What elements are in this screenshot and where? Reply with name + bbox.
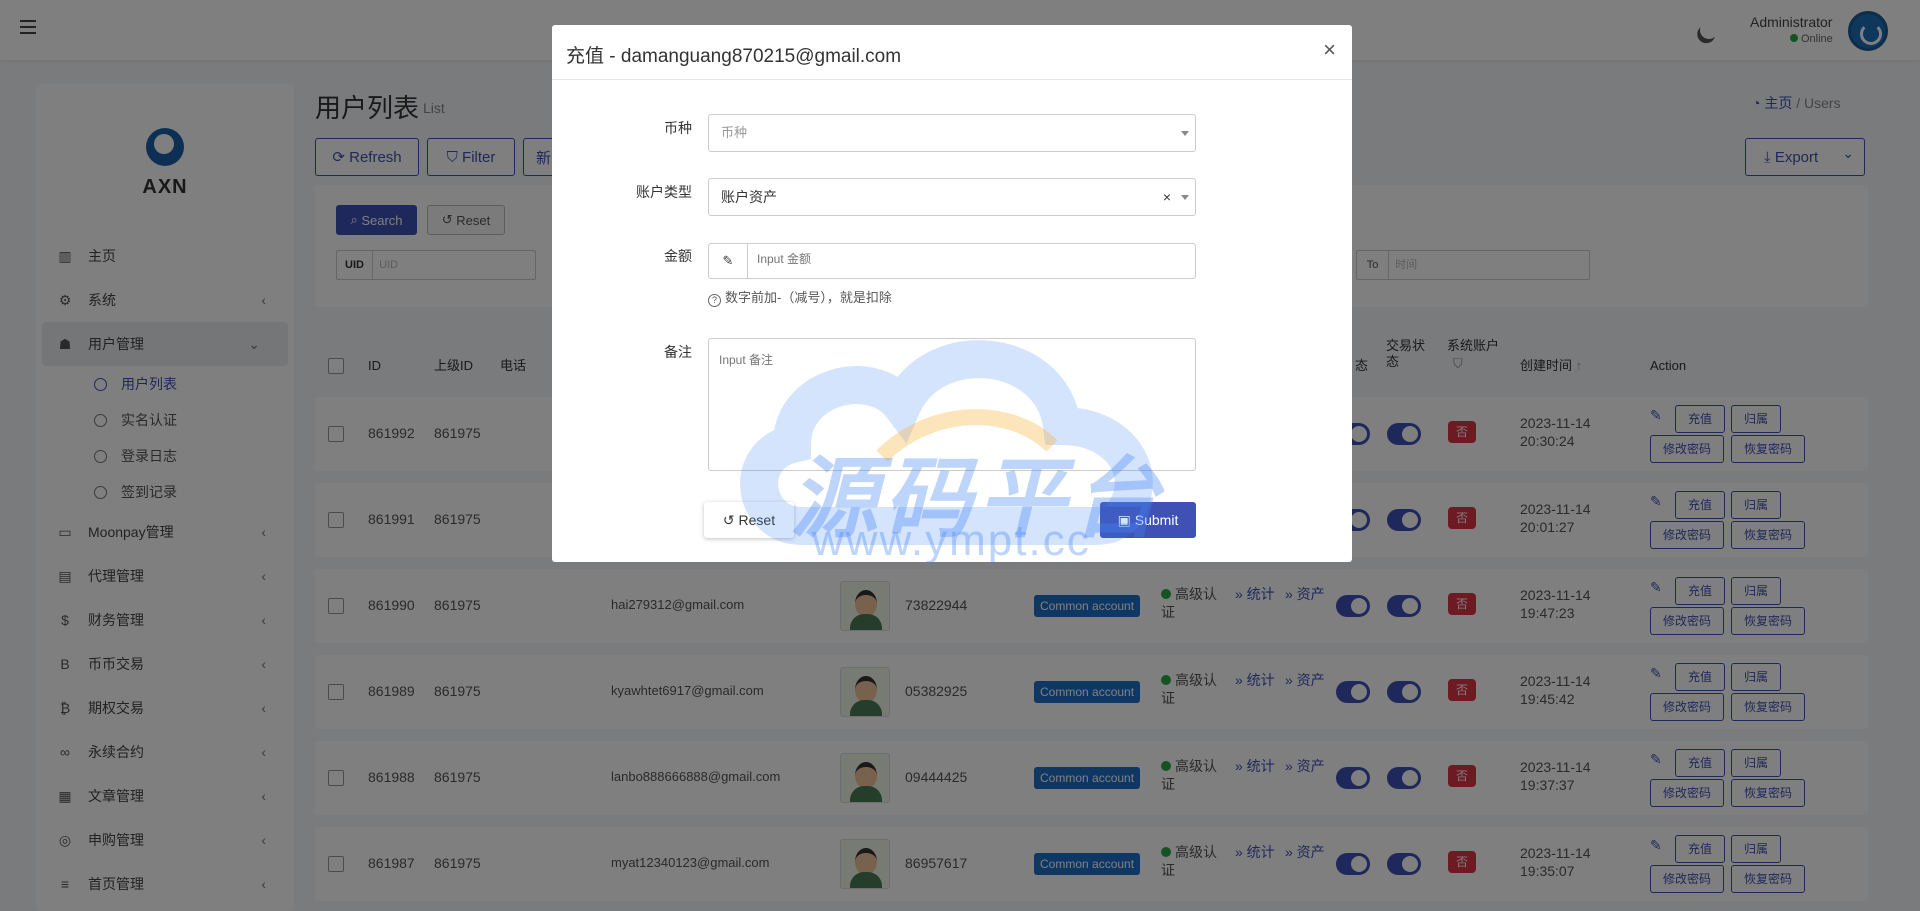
amount-field[interactable]: ✎ <box>708 243 1196 279</box>
modal-reset-label: Reset <box>738 512 776 528</box>
account-type-select[interactable]: 账户资产 × <box>708 178 1196 216</box>
currency-placeholder: 币种 <box>721 125 748 140</box>
caret-down-icon <box>1181 195 1189 200</box>
account-type-value: 账户资产 <box>721 189 777 205</box>
pencil-icon: ✎ <box>709 244 748 278</box>
currency-label: 币种 <box>664 120 692 136</box>
question-circle-icon: ? <box>708 294 721 307</box>
amount-help-text: 数字前加-（减号），就是扣除 <box>725 290 892 305</box>
remark-label: 备注 <box>664 344 692 360</box>
modal-reset-button[interactable]: ↺ Reset <box>704 502 794 538</box>
amount-label: 金额 <box>664 248 692 264</box>
currency-select[interactable]: 币种 <box>708 114 1196 152</box>
undo-icon: ↺ <box>722 512 739 528</box>
watermark-url: www.ympt.cc <box>812 516 1091 565</box>
modal-header: 充值 - damanguang870215@gmail.com × <box>552 25 1352 80</box>
amount-help: ? 数字前加-（减号），就是扣除 <box>708 287 892 307</box>
amount-input[interactable] <box>757 252 1157 266</box>
modal-title: 充值 - damanguang870215@gmail.com <box>566 46 902 67</box>
caret-down-icon <box>1181 131 1189 136</box>
clear-icon[interactable]: × <box>1163 179 1171 215</box>
account-type-label: 账户类型 <box>636 184 692 200</box>
close-icon[interactable]: × <box>1323 37 1336 63</box>
